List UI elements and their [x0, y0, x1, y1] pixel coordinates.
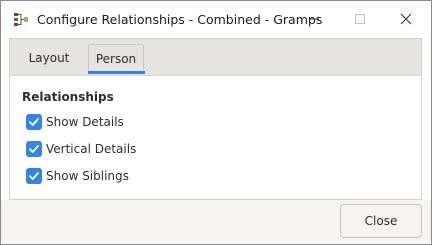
maximize-button[interactable] [337, 1, 383, 38]
dialog-footer: Close [1, 200, 431, 244]
show-details-option[interactable]: Show Details [26, 113, 124, 131]
show-siblings-checkbox[interactable] [26, 168, 42, 184]
close-window-button[interactable] [383, 1, 429, 38]
vertical-details-option[interactable]: Vertical Details [26, 140, 136, 158]
show-details-checkbox[interactable] [26, 114, 42, 130]
maximize-icon [354, 10, 366, 29]
window-title: Configure Relationships - Combined - Gra… [37, 12, 323, 27]
checkmark-icon [29, 145, 39, 153]
section-title: Relationships [22, 90, 114, 104]
vertical-details-label: Vertical Details [46, 142, 137, 156]
close-icon [400, 10, 412, 29]
tab-label: Person [95, 51, 137, 66]
checkmark-icon [29, 118, 39, 126]
show-siblings-label: Show Siblings [46, 169, 129, 183]
active-tab-indicator [88, 71, 145, 74]
checkmark-icon [29, 172, 39, 180]
show-details-label: Show Details [46, 115, 124, 129]
tab-bar: Layout Person [9, 38, 422, 75]
person-tab-panel: Relationships Show Details Vertical Deta… [9, 75, 422, 200]
dialog-window: Configure Relationships - Combined - Gra… [0, 0, 432, 245]
tab-person[interactable]: Person [88, 44, 144, 72]
close-button-label: Close [364, 214, 398, 228]
close-button[interactable]: Close [340, 204, 422, 238]
gramps-tree-icon [13, 12, 29, 28]
title-bar[interactable]: Configure Relationships - Combined - Gra… [1, 1, 431, 38]
tab-layout[interactable]: Layout [18, 44, 80, 72]
minimize-icon [308, 10, 320, 29]
tab-label: Layout [28, 51, 70, 65]
vertical-details-checkbox[interactable] [26, 141, 42, 157]
minimize-button[interactable] [291, 1, 337, 38]
show-siblings-option[interactable]: Show Siblings [26, 167, 129, 185]
